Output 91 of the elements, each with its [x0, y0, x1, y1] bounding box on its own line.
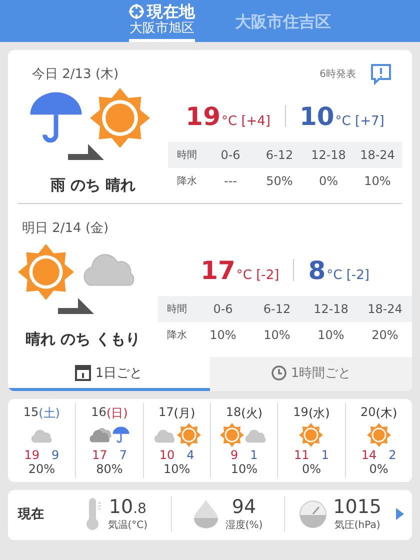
- high-temperature: 9: [230, 448, 238, 462]
- time-range: 0-6: [220, 148, 242, 162]
- high-temperature: 10: [159, 448, 175, 462]
- metric-value: 94: [232, 496, 256, 518]
- weekday: (火): [241, 405, 262, 422]
- weekday: (月): [174, 405, 196, 422]
- day-number: 18: [226, 405, 242, 421]
- precipitation-value: 0%: [369, 462, 388, 476]
- precipitation-value: 0%: [318, 174, 340, 188]
- precipitation-value: 20%: [370, 328, 400, 342]
- time-range: 0-6: [212, 302, 234, 316]
- precipitation-value: 10%: [363, 174, 392, 188]
- precipitation-value: 10%: [208, 328, 238, 342]
- low-temperature: 8: [308, 256, 326, 284]
- location-tab[interactable]: 現在地 大阪市旭区: [129, 0, 195, 42]
- precipitation-value: 80%: [96, 462, 123, 476]
- weekday: (日): [106, 405, 128, 422]
- temperature-unit: °C [-2]: [326, 268, 370, 282]
- sun-icon: [220, 423, 244, 447]
- sun-icon: [366, 423, 391, 447]
- location-icon: [129, 4, 144, 19]
- sun-icon: [90, 88, 150, 148]
- temperature-unit: °C [-2]: [236, 268, 280, 282]
- time-range: 6-12: [264, 148, 294, 162]
- weekday: (土): [38, 405, 60, 422]
- precipitation-value: ---: [223, 174, 238, 188]
- thermometer-icon: [84, 497, 102, 531]
- forecast-date: 明日 2/14 (金): [22, 220, 109, 237]
- metric-label: 湿度(%): [225, 518, 263, 532]
- high-temperature: 19: [24, 448, 40, 462]
- time-range: 12-18: [312, 302, 350, 316]
- low-temperature: 10: [300, 102, 334, 130]
- clock-icon: [270, 364, 287, 380]
- time-range: 6-12: [262, 302, 292, 316]
- sun-icon: [176, 423, 201, 447]
- time-range: 18-24: [359, 148, 396, 162]
- precipitation-value: 10%: [262, 328, 292, 342]
- gauge-icon: [299, 500, 328, 528]
- high-temperature: 17: [200, 256, 236, 284]
- time-range: 12-18: [310, 148, 347, 162]
- low-temperature: 1: [321, 448, 329, 462]
- precipitation-value: 50%: [265, 174, 294, 188]
- weather-summary: 晴れ のち くもり: [25, 330, 141, 349]
- low-temperature: 4: [186, 448, 194, 462]
- day-number: 17: [158, 405, 174, 421]
- transition-arrow-icon: [58, 298, 94, 314]
- high-temperature: 19: [186, 102, 220, 130]
- issued-time: 6時発表: [320, 68, 356, 81]
- high-temperature: 14: [361, 448, 377, 462]
- day-number: 20: [360, 405, 376, 421]
- alert-icon[interactable]: [370, 63, 392, 85]
- sun-icon: [18, 244, 74, 300]
- day-number: 16: [91, 405, 106, 421]
- precipitation-value: 10%: [316, 328, 346, 342]
- sun-icon: [299, 423, 324, 447]
- row-label: 時間: [176, 148, 198, 162]
- cloud-icon: [88, 425, 112, 445]
- temperature-unit: °C [+4]: [221, 114, 270, 128]
- high-temperature: 17: [92, 448, 108, 462]
- low-temperature: 7: [119, 448, 127, 462]
- metric-label: 気温(°C): [108, 519, 148, 532]
- time-range: 18-24: [366, 302, 404, 316]
- location-tab[interactable]: 大阪市住吉区: [235, 0, 331, 42]
- precipitation-value: 0%: [302, 462, 322, 476]
- drop-icon: [193, 499, 220, 529]
- calendar-icon: [75, 364, 92, 381]
- metric-label: 気圧(hPa): [334, 519, 380, 532]
- precipitation-value: 10%: [230, 462, 258, 476]
- row-label: 降水: [176, 174, 198, 188]
- precipitation-value: 10%: [163, 462, 190, 476]
- precipitation-value: 20%: [28, 462, 55, 476]
- row-label: 降水: [166, 328, 188, 342]
- temperature-unit: °C [+7]: [335, 114, 384, 128]
- forecast-date: 今日 2/13 (木): [32, 66, 119, 83]
- metric-value: 10.8: [108, 496, 146, 518]
- umbrella-icon: [112, 426, 130, 444]
- low-temperature: 9: [51, 448, 60, 462]
- low-temperature: 1: [250, 448, 258, 462]
- transition-arrow-icon: [68, 144, 104, 160]
- weekday: (水): [308, 405, 330, 422]
- low-temperature: 2: [388, 448, 396, 462]
- view-tab[interactable]: 1時間ごと: [210, 357, 412, 391]
- current-label: 現在: [18, 506, 45, 523]
- row-label: 時間: [166, 302, 188, 316]
- high-temperature: 11: [294, 448, 310, 462]
- day-number: 15: [23, 405, 39, 421]
- weekday: (木): [376, 405, 398, 422]
- metric-value: 1015: [333, 496, 382, 518]
- weather-summary: 雨 のち 晴れ: [50, 176, 136, 195]
- next-arrow-icon[interactable]: [396, 508, 404, 520]
- day-number: 19: [293, 405, 308, 421]
